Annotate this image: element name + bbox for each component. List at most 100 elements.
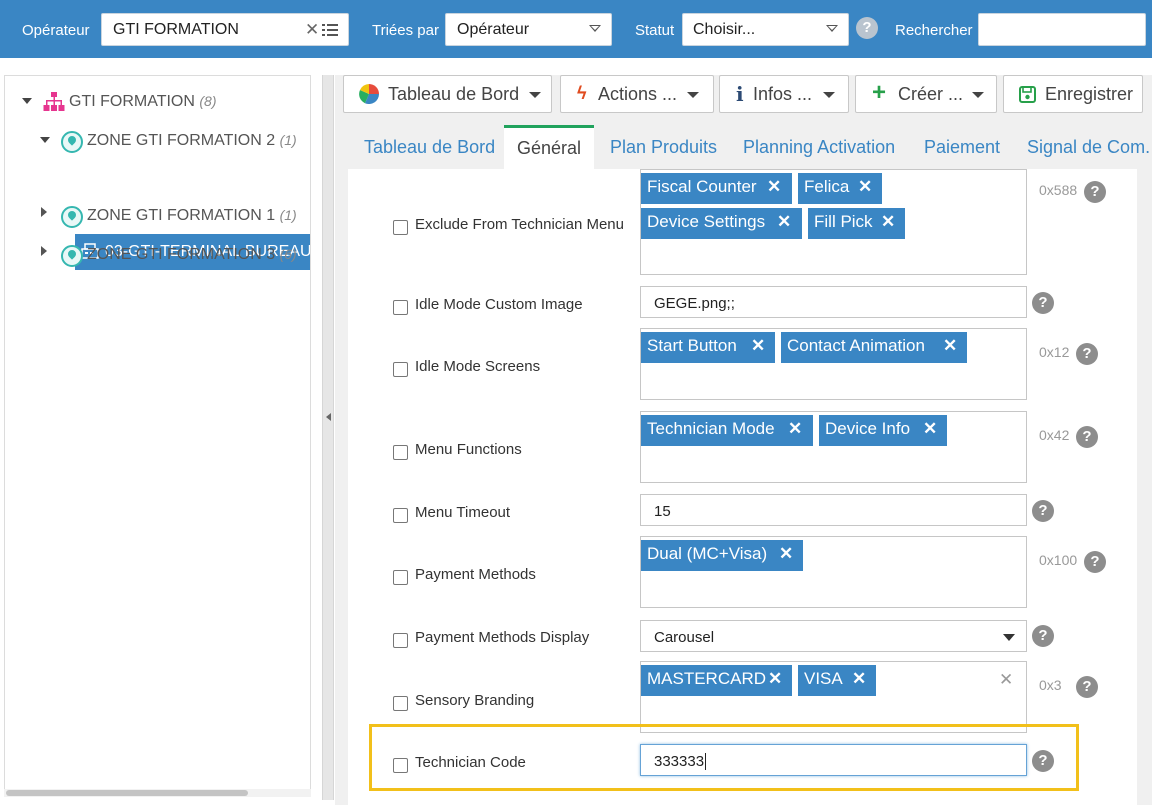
infos-button[interactable]: i Infos ... (719, 75, 849, 113)
menu-functions-checkbox[interactable] (393, 445, 408, 460)
remove-tag-icon[interactable]: ✕ (923, 419, 937, 439)
remove-tag-icon[interactable]: ✕ (751, 336, 765, 356)
sort-select[interactable]: Opérateur (445, 13, 612, 46)
tab-activation-planning[interactable]: Planning Activation (743, 125, 895, 169)
status-select[interactable]: Choisir... (682, 13, 849, 46)
exclude-tech-menu-checkbox[interactable] (393, 220, 408, 235)
tag: Technician Mode ✕ (641, 415, 813, 446)
idle-screens-tags[interactable]: Start Button ✕ Contact Animation ✕ (640, 328, 1027, 400)
remove-tag-icon[interactable]: ✕ (779, 544, 793, 564)
tab-product-plan[interactable]: Plan Produits (610, 125, 717, 169)
remove-tag-icon[interactable]: ✕ (768, 669, 782, 689)
help-icon[interactable]: ? (1032, 625, 1054, 647)
list-icon[interactable] (322, 24, 338, 36)
tree-zone-label: ZONE GTI FORMATION 1 (1) (87, 207, 297, 224)
sensory-branding-checkbox[interactable] (393, 696, 408, 711)
help-icon[interactable]: ? (1032, 500, 1054, 522)
clear-icon[interactable]: ✕ (305, 20, 319, 40)
location-pin-icon (61, 131, 83, 153)
chevron-down-icon (972, 92, 984, 98)
expand-arrow-icon[interactable] (41, 246, 47, 256)
remove-tag-icon[interactable]: ✕ (788, 419, 802, 439)
tag: Device Settings ✕ (641, 208, 802, 239)
tree-zone-1[interactable]: ZONE GTI FORMATION 1 (1) (5, 200, 305, 234)
info-icon: i (736, 82, 744, 106)
idle-custom-image-checkbox[interactable] (393, 300, 408, 315)
expand-arrow-icon[interactable] (41, 207, 47, 217)
highlight-frame (369, 724, 1079, 791)
hex-value: 0x3 (1039, 677, 1062, 693)
save-button[interactable]: Enregistrer (1003, 75, 1143, 113)
panel-splitter[interactable] (322, 75, 334, 800)
tab-bar: Tableau de Bord Général Plan Produits Pl… (335, 125, 1152, 169)
tab-payment[interactable]: Paiement (924, 125, 1000, 169)
help-icon[interactable]: ? (1076, 676, 1098, 698)
remove-tag-icon[interactable]: ✕ (881, 212, 895, 232)
save-icon (1019, 86, 1036, 103)
status-value: Choisir... (693, 21, 756, 38)
operator-value: GTI FORMATION (113, 21, 239, 38)
menu-timeout-checkbox[interactable] (393, 508, 408, 523)
clear-all-icon[interactable]: ✕ (999, 670, 1013, 690)
menu-functions-tags[interactable]: Technician Mode ✕ Device Info ✕ (640, 411, 1027, 483)
pie-chart-icon (359, 84, 379, 104)
exclude-tech-menu-tags[interactable]: Fiscal Counter ✕ Felica ✕ Device Settings ✕… (640, 169, 1027, 275)
chevron-down-icon (826, 25, 838, 32)
remove-tag-icon[interactable]: ✕ (943, 336, 957, 356)
organization-icon (43, 92, 65, 111)
sort-label: Triées par (372, 22, 439, 39)
sensory-branding-tags[interactable]: MASTERCARD ✕ VISA ✕ ✕ (640, 661, 1027, 733)
tree-root[interactable]: GTI FORMATION (8) (5, 86, 305, 120)
payment-display-checkbox[interactable] (393, 633, 408, 648)
tree-zone-3[interactable]: ZONE GTI FORMATION 3 (6) (5, 239, 305, 273)
search-label: Rechercher (895, 22, 973, 39)
location-pin-icon (61, 245, 83, 267)
payment-methods-checkbox[interactable] (393, 570, 408, 585)
idle-screens-checkbox[interactable] (393, 362, 408, 377)
menu-timeout-input[interactable]: 15 (640, 494, 1027, 526)
idle-custom-image-input[interactable]: GEGE.png;; (640, 286, 1027, 318)
tag: Device Info ✕ (819, 415, 947, 446)
tab-com-signal[interactable]: Signal de Com. (1027, 125, 1150, 169)
tag: Fill Pick ✕ (808, 208, 905, 239)
tree-zone-label: ZONE GTI FORMATION 3 (6) (87, 246, 297, 263)
tree-zone-2[interactable]: ZONE GTI FORMATION 2 (1) (5, 125, 305, 159)
help-icon[interactable]: ? (856, 17, 878, 39)
payment-display-select[interactable]: Carousel (640, 620, 1027, 652)
sort-value: Opérateur (457, 21, 530, 38)
collapse-arrow-icon[interactable] (22, 98, 32, 104)
bolt-icon: ϟ (577, 83, 587, 103)
tree-root-label: GTI FORMATION (8) (69, 93, 217, 110)
tab-general[interactable]: Général (504, 125, 594, 169)
remove-tag-icon[interactable]: ✕ (858, 177, 872, 197)
tag: VISA ✕ (798, 665, 876, 696)
help-icon[interactable]: ? (1084, 551, 1106, 573)
collapse-left-icon[interactable] (326, 413, 331, 421)
operator-select[interactable]: GTI FORMATION ✕ (101, 13, 349, 46)
help-icon[interactable]: ? (1076, 343, 1098, 365)
search-input[interactable] (978, 13, 1146, 46)
tab-dashboard[interactable]: Tableau de Bord (364, 125, 495, 169)
remove-tag-icon[interactable]: ✕ (767, 177, 781, 197)
collapse-arrow-icon[interactable] (40, 137, 50, 143)
tag: Dual (MC+Visa) ✕ (641, 540, 803, 571)
help-icon[interactable]: ? (1084, 181, 1106, 203)
tree-horizontal-scrollbar[interactable] (4, 789, 311, 797)
hex-value: 0x12 (1039, 344, 1070, 360)
chevron-down-icon (589, 25, 601, 32)
help-icon[interactable]: ? (1032, 292, 1054, 314)
remove-tag-icon[interactable]: ✕ (852, 669, 866, 689)
remove-tag-icon[interactable]: ✕ (777, 212, 791, 232)
create-button[interactable]: + Créer ... (855, 75, 997, 113)
dashboard-button[interactable]: Tableau de Bord (343, 75, 552, 113)
tag: MASTERCARD ✕ (641, 665, 792, 696)
scrollbar-thumb[interactable] (6, 790, 248, 796)
site-tree: GTI FORMATION (8) ZONE GTI FORMATION 2 (… (4, 75, 311, 797)
chevron-down-icon (687, 92, 699, 98)
chevron-down-icon (1003, 634, 1015, 641)
location-pin-icon (61, 206, 83, 228)
top-filter-bar: Opérateur GTI FORMATION ✕ Triées par Opé… (0, 0, 1152, 58)
actions-button[interactable]: ϟ Actions ... (560, 75, 714, 113)
help-icon[interactable]: ? (1076, 426, 1098, 448)
payment-methods-tags[interactable]: Dual (MC+Visa) ✕ (640, 536, 1027, 608)
